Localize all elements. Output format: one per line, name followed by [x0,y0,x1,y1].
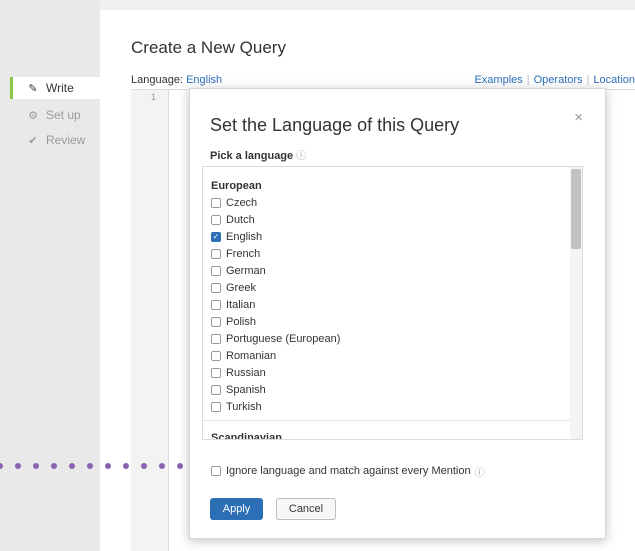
language-list[interactable]: European Czech Dutch ✓ English French Ger… [202,166,583,440]
language-option-portuguese[interactable]: Portuguese (European) [211,331,340,347]
gear-icon: ⚙ [28,109,38,122]
language-option-label: Italian [226,299,256,311]
group-heading-scandinavian: Scandinavian [211,432,282,440]
pick-language-text: Pick a language [210,150,294,162]
scrollbar-thumb[interactable] [571,169,581,249]
cancel-button[interactable]: Cancel [276,498,336,520]
link-separator: | [526,74,530,86]
line-gutter: 1 [131,90,169,551]
annotation-dot [105,463,111,469]
link-separator: | [586,74,590,86]
ignore-language-checkbox[interactable] [211,466,221,476]
language-option-italian[interactable]: Italian [211,297,255,313]
checkbox[interactable] [211,402,221,412]
language-option-russian[interactable]: Russian [211,365,266,381]
group-divider [203,420,572,421]
line-number: 1 [150,92,156,102]
checkbox[interactable] [211,266,221,276]
language-option-label: Romanian [226,350,277,362]
ignore-language-label: Ignore language and match against every … [226,465,471,477]
annotation-dot [69,463,75,469]
language-option-dutch[interactable]: Dutch [211,212,255,228]
language-option-label: Polish [226,316,256,328]
checkbox[interactable] [211,300,221,310]
annotation-dot [33,463,39,469]
language-option-romanian[interactable]: Romanian [211,348,276,364]
close-button[interactable]: × [574,109,583,126]
annotation-dot [15,463,21,469]
check-icon: ✔ [28,134,38,147]
checkbox[interactable] [211,351,221,361]
group-heading-european: European [211,180,262,192]
annotation-dot [177,463,183,469]
language-option-turkish[interactable]: Turkish [211,399,262,415]
language-option-greek[interactable]: Greek [211,280,256,296]
checkbox[interactable] [211,334,221,344]
sidebar-item-label: Write [46,81,74,95]
language-option-label: Turkish [226,401,262,413]
language-modal: Set the Language of this Query × Pick a … [189,88,606,539]
language-option-polish[interactable]: Polish [211,314,256,330]
pencil-icon: ✎ [28,82,38,95]
location-link[interactable]: Location [593,74,635,86]
language-option-label: Greek [226,282,256,294]
language-option-label: English [226,231,263,243]
sidebar-item-setup[interactable]: ⚙ Set up [10,104,100,126]
modal-title: Set the Language of this Query [210,115,460,135]
checkbox[interactable] [211,368,221,378]
language-option-french[interactable]: French [211,246,260,262]
language-option-label: French [226,248,261,260]
annotation-dot [51,463,57,469]
apply-button[interactable]: Apply [210,498,263,520]
annotation-dot [123,463,129,469]
help-icon[interactable]: ⓘ [475,464,485,479]
sidebar-item-label: Set up [46,108,81,122]
annotation-dot [87,463,93,469]
operators-link[interactable]: Operators [534,74,583,86]
checkbox[interactable] [211,385,221,395]
examples-link[interactable]: Examples [474,74,522,86]
sidebar-item-write[interactable]: ✎ Write [10,77,100,99]
language-option-czech[interactable]: Czech [211,195,257,211]
list-scrollbar[interactable] [570,167,582,439]
sidebar-item-label: Review [46,133,86,147]
language-row: Language: English [131,74,222,86]
language-link[interactable]: English [186,74,222,86]
checkbox[interactable] [211,283,221,293]
language-option-label: Spanish [226,384,266,396]
checkbox[interactable] [211,249,221,259]
page-title: Create a New Query [131,38,286,57]
checkbox-checked[interactable]: ✓ [211,232,221,242]
checkbox[interactable] [211,317,221,327]
checkbox[interactable] [211,198,221,208]
language-option-english[interactable]: ✓ English [211,229,262,245]
annotation-dot [141,463,147,469]
language-option-label: German [226,265,266,277]
checkbox[interactable] [211,215,221,225]
language-option-label: Czech [226,197,258,209]
language-option-label: Russian [226,367,266,379]
language-option-label: Portuguese (European) [226,333,341,345]
sidebar: ✎ Write ⚙ Set up ✔ Review [0,0,100,551]
language-option-spanish[interactable]: Spanish [211,382,266,398]
ignore-language-option[interactable]: Ignore language and match against every … [211,463,485,479]
language-label: Language: [131,74,183,86]
top-links: Examples | Operators | Location [474,74,635,86]
help-icon[interactable]: ⓘ [296,151,306,162]
language-option-label: Dutch [226,214,255,226]
annotation-dot [159,463,165,469]
pick-language-label: Pick a language ⓘ [210,147,306,162]
language-option-german[interactable]: German [211,263,266,279]
sidebar-item-review[interactable]: ✔ Review [10,129,100,151]
